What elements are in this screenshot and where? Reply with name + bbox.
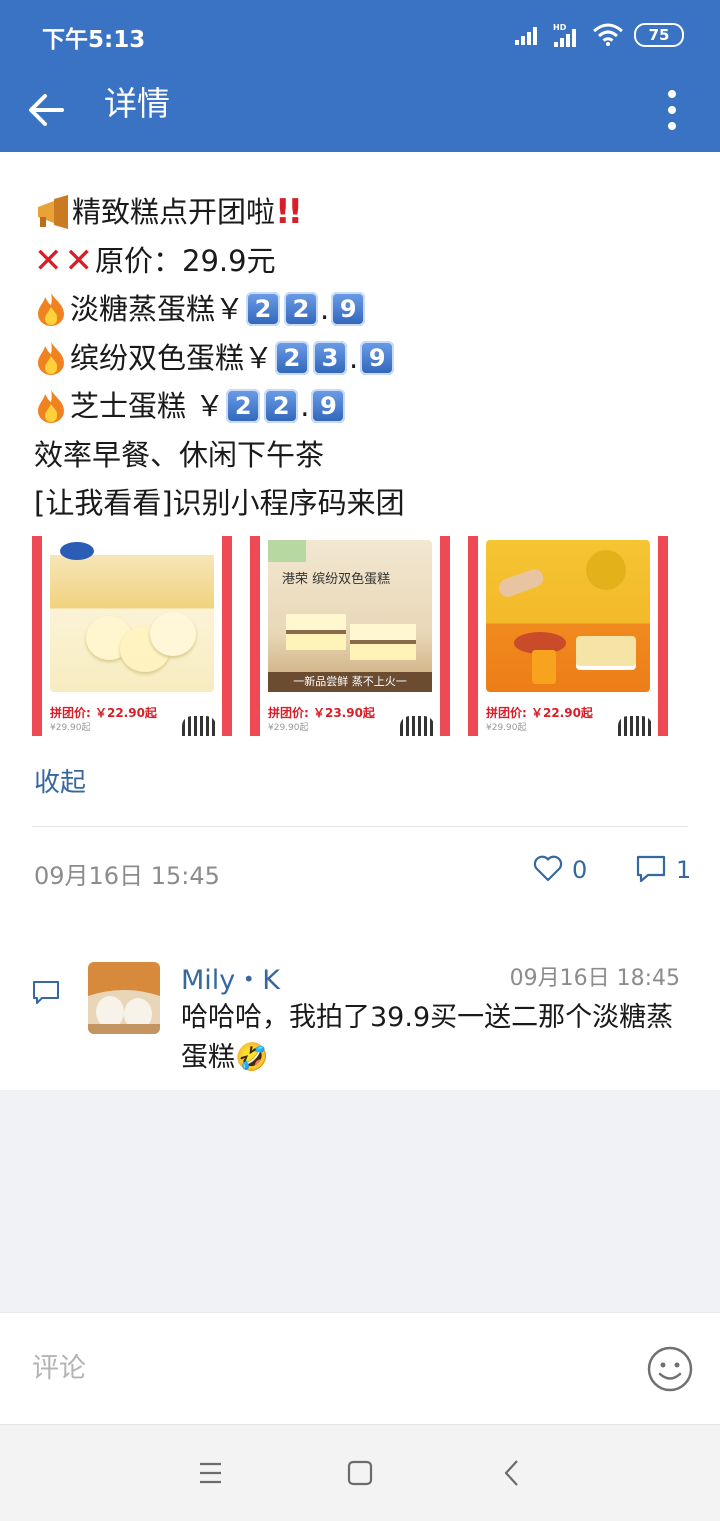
post-body: 精致糕点开团啦 !! ✕ ✕ 原价：29.9元 淡糖蒸蛋糕 ￥ 2 2 . 9 [34, 188, 694, 528]
layered-cake-photo: 港荣 缤纷双色蛋糕 一新品尝鲜 蒸不上火一 [268, 540, 432, 692]
digit-keycap: 2 [246, 292, 281, 327]
decimal-dot: . [320, 292, 330, 326]
digit-keycap: 9 [360, 340, 395, 375]
svg-text:HD: HD [553, 23, 567, 32]
heart-icon[interactable] [532, 852, 564, 884]
decimal-dot: . [300, 389, 310, 423]
digit-keycap: 2 [275, 340, 310, 375]
divider [32, 826, 688, 827]
cross-mark-icon: ✕ [34, 240, 63, 281]
post-line: ✕ ✕ 原价：29.9元 [34, 237, 694, 286]
group-price: 拼团价: ￥22.90起 [486, 706, 593, 720]
original-price-small: ¥29.90起 [486, 723, 527, 733]
hd-signal-icon: HD [553, 23, 576, 47]
post-line: 精致糕点开团啦 !! [34, 188, 694, 237]
post-tagline: 效率早餐、休闲下午茶 [34, 437, 325, 472]
group-price: 拼团价: ￥23.90起 [268, 706, 375, 720]
comment-input[interactable] [32, 1343, 612, 1393]
comment-input-bar [0, 1312, 720, 1425]
original-price-small: ¥29.90起 [50, 723, 91, 733]
status-time: 下午5:13 [42, 27, 146, 53]
cheesecake-photo [486, 540, 650, 692]
post-timestamp: 09月16日 15:45 [34, 862, 220, 890]
digit-keycap: 3 [313, 340, 348, 375]
megaphone-icon [38, 195, 68, 230]
post-call-to-action: [让我看看]识别小程序码来团 [34, 486, 405, 520]
product-image-thumbnail[interactable]: 港荣 缤纷双色蛋糕 一新品尝鲜 蒸不上火一 拼团价: ￥23.90起 ¥29.9… [250, 536, 450, 736]
status-icons: HD 75 [514, 18, 684, 52]
original-price-small: ¥29.90起 [268, 723, 309, 733]
product-name: 淡糖蒸蛋糕 [70, 292, 216, 326]
image-gallery: 拼团价: ￥22.90起 ¥29.90起 港荣 缤纷双色蛋糕 一新品尝鲜 蒸不上… [32, 536, 672, 736]
fire-icon [38, 293, 64, 327]
original-price: 原价：29.9元 [95, 243, 276, 278]
post-line: 淡糖蒸蛋糕 ￥ 2 2 . 9 [34, 285, 694, 334]
cross-mark-icon: ✕ [64, 240, 94, 281]
product-image-thumbnail[interactable]: 拼团价: ￥22.90起 ¥29.90起 [468, 536, 668, 736]
avatar[interactable] [88, 962, 160, 1034]
mini-program-code [182, 716, 216, 736]
mini-program-code [400, 716, 434, 736]
digit-keycap: 9 [311, 389, 346, 424]
back-arrow-icon[interactable] [18, 80, 78, 140]
status-bar: 下午5:13 HD 75 [0, 0, 720, 70]
product-name: 芝士蛋糕 [70, 389, 196, 423]
system-navigation-bar [0, 1424, 720, 1521]
comment-text: 哈哈哈，我拍了39.9买一送二那个淡糖蒸蛋糕🤣 [181, 1002, 674, 1073]
more-options-icon[interactable] [648, 80, 696, 140]
empty-area [0, 1090, 720, 1312]
product-name: 缤纷双色蛋糕 [70, 340, 245, 375]
post-line: 芝士蛋糕 ￥ 2 2 . 9 [34, 382, 694, 431]
post-line: 缤纷双色蛋糕 ￥ 2 3 . 9 [34, 334, 694, 383]
home-square-icon[interactable] [340, 1453, 380, 1493]
smiley-icon[interactable] [646, 1345, 694, 1393]
post-line: [让我看看]识别小程序码来团 [34, 479, 694, 528]
comment-bubble-icon [33, 981, 59, 1004]
post-line: 效率早餐、休闲下午茶 [34, 431, 694, 480]
currency-symbol: ￥ [195, 389, 225, 423]
menu-icon[interactable] [190, 1453, 230, 1493]
back-chevron-icon[interactable] [492, 1453, 532, 1493]
battery-indicator: 75 [634, 23, 684, 47]
product-image-thumbnail[interactable]: 拼团价: ￥22.90起 ¥29.90起 [32, 536, 232, 736]
currency-symbol: ￥ [244, 340, 274, 375]
like-count: 0 [572, 856, 588, 884]
cat-paws-avatar-image [88, 962, 160, 1034]
banner-slogan: 一新品尝鲜 蒸不上火一 [268, 672, 432, 692]
collapse-link[interactable]: 收起 [34, 762, 86, 799]
commenter-name[interactable]: Mily・K [181, 958, 280, 997]
signal-icon [515, 27, 537, 45]
digit-keycap: 9 [331, 292, 366, 327]
digit-keycap: 2 [264, 389, 299, 424]
banner-title: 港荣 缤纷双色蛋糕 [282, 572, 391, 587]
digit-keycap: 2 [284, 292, 319, 327]
comment-count: 1 [676, 856, 692, 884]
comment-timestamp: 09月16日 18:45 [509, 966, 680, 991]
cake-box-photo [50, 540, 214, 692]
currency-symbol: ￥ [215, 292, 245, 326]
comment-icon[interactable] [636, 854, 666, 884]
app-bar: 详情 [0, 70, 720, 152]
page-title: 详情 [104, 84, 170, 123]
fire-icon [38, 390, 64, 424]
group-price: 拼团价: ￥22.90起 [50, 706, 157, 720]
double-exclamation-icon: !! [275, 192, 303, 232]
post-headline: 精致糕点开团啦 [72, 195, 276, 229]
mini-program-code [618, 716, 652, 736]
wifi-icon [593, 23, 623, 46]
digit-keycap: 2 [226, 389, 261, 424]
fire-icon [38, 341, 64, 375]
decimal-dot: . [349, 340, 359, 375]
